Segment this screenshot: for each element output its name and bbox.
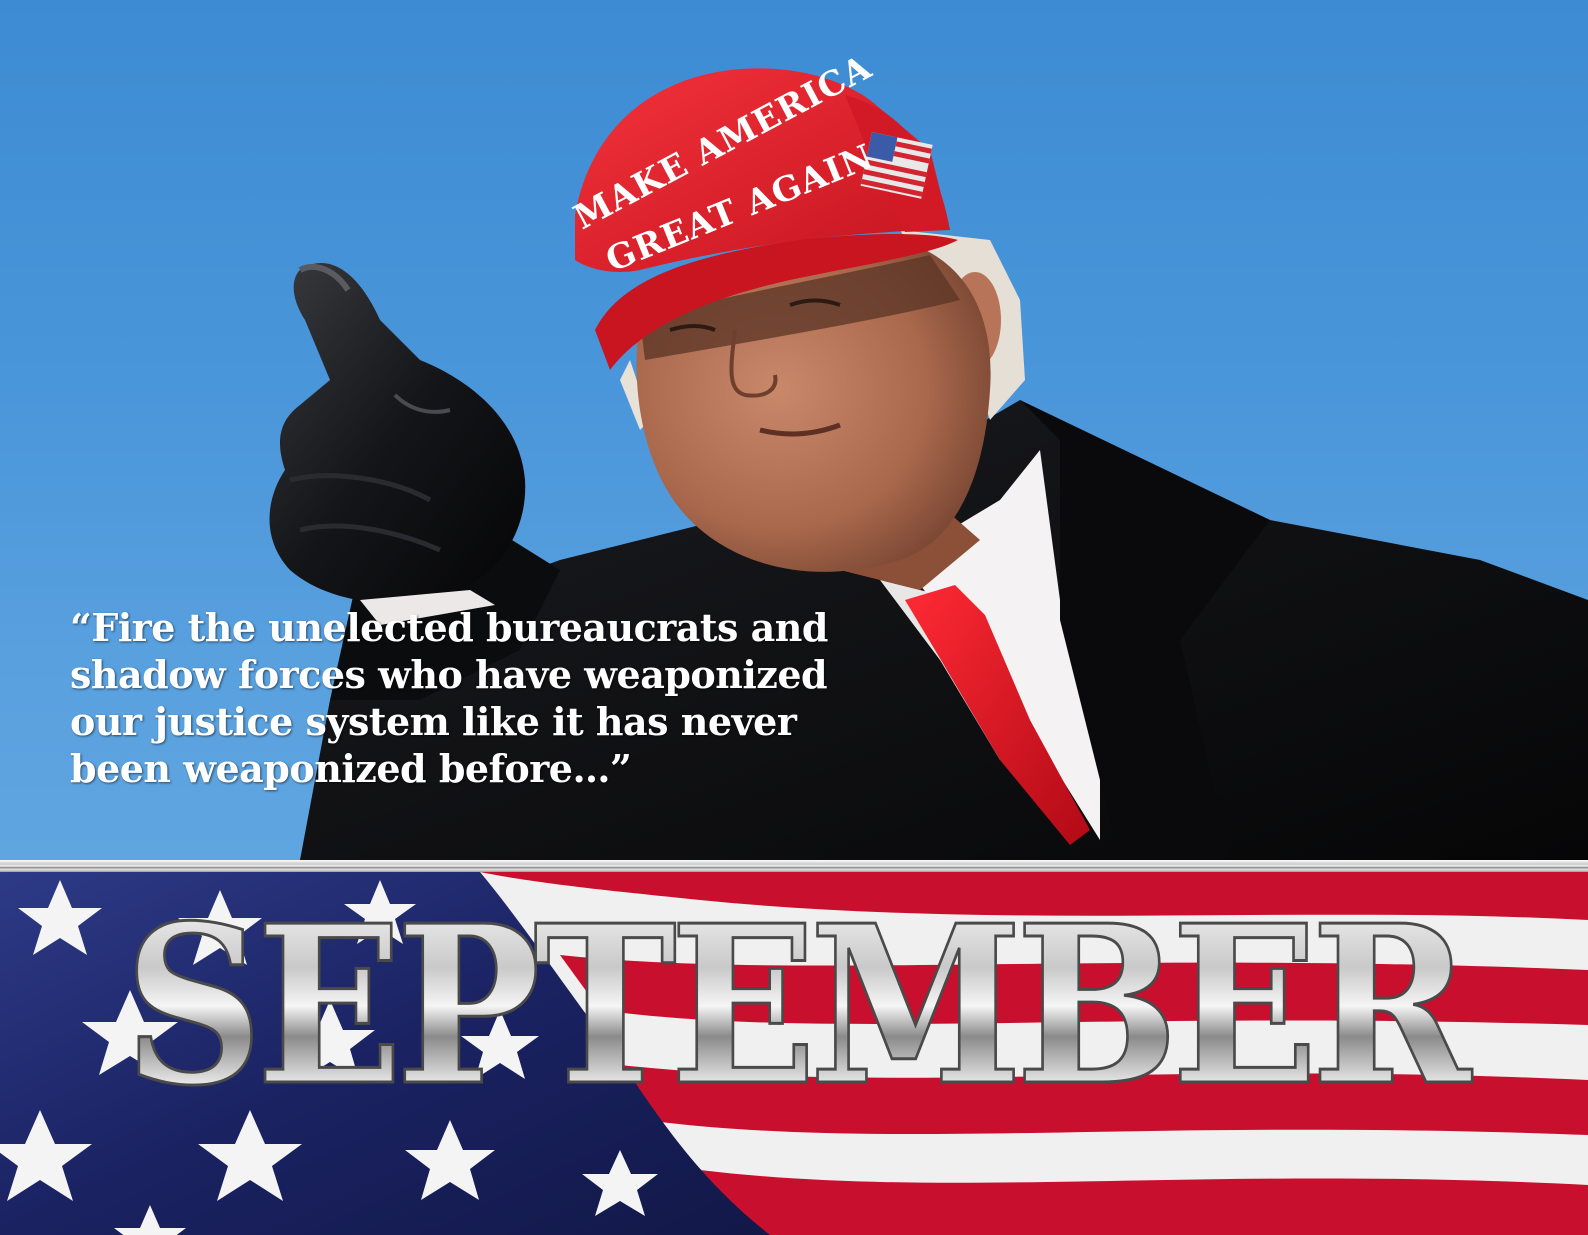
quote-line: our justice system like it has never — [70, 699, 797, 744]
quote-line: been weaponized before…” — [70, 746, 632, 791]
glove-hand — [269, 263, 526, 603]
cover-photo: MAKE AMERICA GREAT AGAIN “Fire the unele… — [0, 0, 1588, 860]
month-title: SEPTEMBER — [124, 878, 1473, 1134]
quote-line: shadow forces who have weaponized — [70, 652, 828, 697]
quote-text: “Fire the unelected bureaucrats and shad… — [70, 604, 830, 792]
month-banner: SEPTEMBER — [0, 860, 1588, 1235]
calendar-page: MAKE AMERICA GREAT AGAIN “Fire the unele… — [0, 0, 1588, 1235]
quote-line: “Fire the unelected bureaucrats and — [70, 605, 828, 650]
flag-background: SEPTEMBER — [0, 860, 1588, 1235]
